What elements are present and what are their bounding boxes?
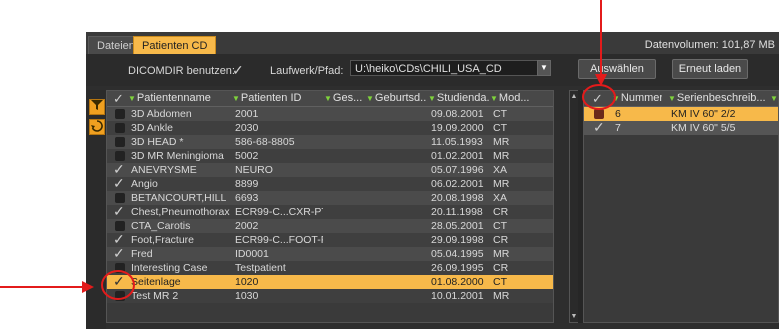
annotation-circle-left (101, 270, 135, 300)
annotation-overlay (0, 0, 616, 300)
annotation-arrow-left-head (82, 281, 94, 293)
annotation-circle-top (582, 84, 616, 110)
